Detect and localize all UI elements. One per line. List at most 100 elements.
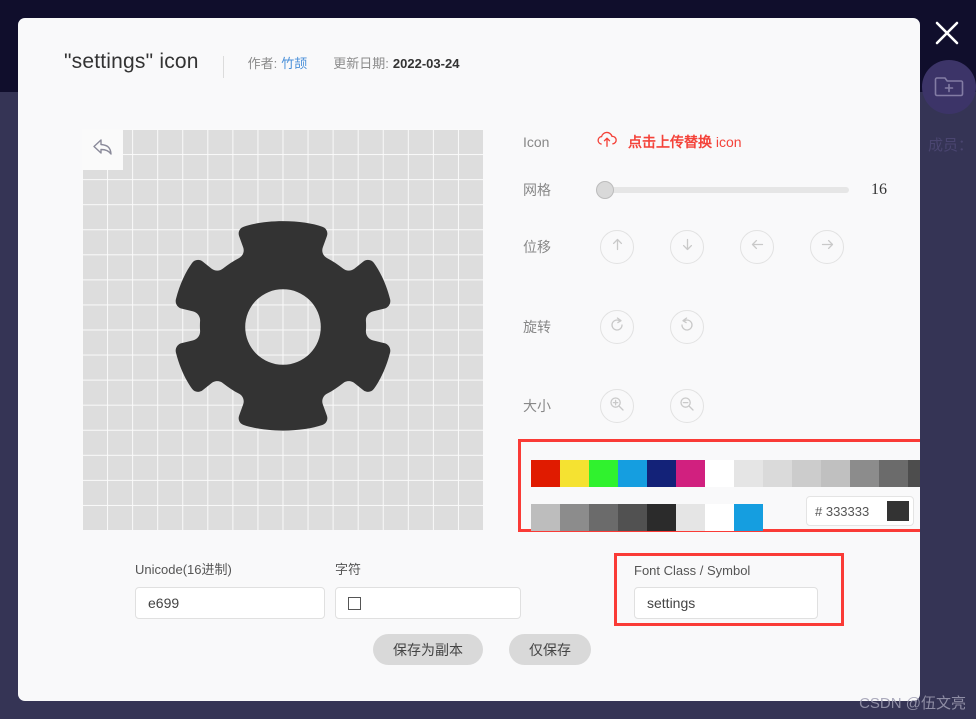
hex-color-text: # 333333 xyxy=(815,503,870,519)
rotate-cw-button[interactable] xyxy=(600,310,634,344)
color-swatch[interactable] xyxy=(560,460,589,487)
hex-color-preview xyxy=(887,501,909,521)
upload-text-cn: 点击上传替换 xyxy=(628,133,716,150)
color-swatch[interactable] xyxy=(531,504,560,531)
gear-icon xyxy=(157,201,409,458)
close-dialog-button[interactable] xyxy=(930,16,964,50)
upload-text-en: icon xyxy=(715,133,742,150)
arrow-left-icon xyxy=(749,236,766,258)
color-picker-panel: # 333333 xyxy=(518,439,920,532)
edit-icon-dialog: "settings" icon 作者: 竹颉 更新日期: 2022-03-24 xyxy=(18,18,920,701)
font-class-panel: Font Class / Symbol settings xyxy=(614,553,844,626)
icon-preview-canvas[interactable] xyxy=(82,129,483,530)
magnifier-minus-icon xyxy=(678,395,696,418)
upload-link-text: 点击上传替换 icon xyxy=(628,132,742,152)
move-up-button[interactable] xyxy=(600,230,634,264)
move-row: 位移 xyxy=(523,230,880,264)
color-swatch[interactable] xyxy=(734,504,763,531)
cloud-upload-icon xyxy=(596,131,618,152)
unicode-field-label: Unicode(16进制) xyxy=(135,562,232,577)
author-meta: 作者: 竹颉 xyxy=(248,53,308,72)
color-swatch-row-primary xyxy=(531,460,920,487)
zoom-out-button[interactable] xyxy=(670,389,704,423)
dialog-actions: 保存为副本 仅保存 xyxy=(373,634,591,665)
grid-row-label: 网格 xyxy=(523,182,551,198)
member-label: 成员： xyxy=(928,137,974,154)
color-swatch[interactable] xyxy=(589,460,618,487)
color-swatch[interactable] xyxy=(676,460,705,487)
page-title: "settings" icon xyxy=(64,50,199,74)
color-swatch[interactable] xyxy=(734,460,763,487)
grid-slider-thumb[interactable] xyxy=(596,181,614,199)
upload-replacement-icon-button[interactable]: 点击上传替换 icon xyxy=(596,131,742,152)
close-icon xyxy=(933,19,961,47)
color-swatch[interactable] xyxy=(589,504,618,531)
magnifier-plus-icon xyxy=(608,395,626,418)
color-swatch[interactable] xyxy=(763,460,792,487)
grid-slider-area[interactable]: 16 xyxy=(596,181,887,199)
add-folder-button[interactable] xyxy=(922,60,976,114)
save-as-copy-button[interactable]: 保存为副本 xyxy=(373,634,483,665)
unicode-field: Unicode(16进制) e699 xyxy=(135,559,325,619)
rotate-row: 旋转 xyxy=(523,310,740,344)
char-field-label: 字符 xyxy=(335,562,362,577)
move-right-button[interactable] xyxy=(810,230,844,264)
grid-slider-value: 16 xyxy=(871,181,887,198)
move-row-label: 位移 xyxy=(523,239,551,255)
grid-size-row: 网格 16 xyxy=(523,180,887,200)
color-swatch[interactable] xyxy=(647,504,676,531)
dialog-header: "settings" icon 作者: 竹颉 更新日期: 2022-03-24 xyxy=(64,50,459,84)
char-input[interactable] xyxy=(335,587,521,619)
grid-slider-track[interactable] xyxy=(596,181,849,199)
arrow-up-icon xyxy=(609,236,626,258)
color-swatch[interactable] xyxy=(705,504,734,531)
unicode-input[interactable]: e699 xyxy=(135,587,325,619)
char-field: 字符 xyxy=(335,559,521,619)
color-swatch[interactable] xyxy=(705,460,734,487)
date-value: 2022-03-24 xyxy=(392,56,460,71)
size-button-group xyxy=(600,389,740,423)
rotate-clockwise-icon xyxy=(608,316,626,339)
arrow-right-icon xyxy=(819,236,836,258)
hex-color-input[interactable]: # 333333 xyxy=(806,496,914,526)
color-swatch[interactable] xyxy=(618,460,647,487)
folder-plus-icon xyxy=(934,71,964,104)
size-row: 大小 xyxy=(523,389,740,423)
move-left-button[interactable] xyxy=(740,230,774,264)
font-class-input[interactable]: settings xyxy=(634,587,818,619)
rotate-button-group xyxy=(600,310,740,344)
undo-button[interactable] xyxy=(82,129,123,170)
icon-upload-row: Icon 点击上传替换 icon xyxy=(523,131,742,152)
date-meta: 更新日期: 2022-03-24 xyxy=(333,53,459,72)
color-swatch[interactable] xyxy=(531,460,560,487)
author-name[interactable]: 竹颉 xyxy=(281,53,307,72)
color-swatch[interactable] xyxy=(560,504,589,531)
color-swatch[interactable] xyxy=(821,460,850,487)
color-swatch[interactable] xyxy=(792,460,821,487)
date-label: 更新日期: xyxy=(333,56,389,71)
color-swatch-row-secondary xyxy=(531,504,763,531)
color-swatch[interactable] xyxy=(879,460,908,487)
arrow-down-icon xyxy=(679,236,696,258)
rotate-ccw-button[interactable] xyxy=(670,310,704,344)
page-title-suffix: icon xyxy=(159,50,199,73)
color-swatch[interactable] xyxy=(908,460,920,487)
watermark: CSDN @伍文亮 xyxy=(859,695,966,712)
undo-arrow-icon xyxy=(92,137,114,162)
icon-row-label: Icon xyxy=(523,133,550,150)
color-swatch[interactable] xyxy=(618,504,647,531)
gear-icon-holder xyxy=(82,129,483,530)
zoom-in-button[interactable] xyxy=(600,389,634,423)
move-button-group xyxy=(600,230,880,264)
missing-glyph-box-icon xyxy=(348,596,361,610)
save-only-button[interactable]: 仅保存 xyxy=(509,634,591,665)
author-label: 作者: xyxy=(247,56,278,71)
move-down-button[interactable] xyxy=(670,230,704,264)
size-row-label: 大小 xyxy=(523,398,551,414)
page-title-quoted: "settings" xyxy=(64,50,154,73)
header-divider xyxy=(222,56,224,78)
color-swatch[interactable] xyxy=(676,504,705,531)
rotate-row-label: 旋转 xyxy=(523,319,551,335)
color-swatch[interactable] xyxy=(647,460,676,487)
color-swatch[interactable] xyxy=(850,460,879,487)
